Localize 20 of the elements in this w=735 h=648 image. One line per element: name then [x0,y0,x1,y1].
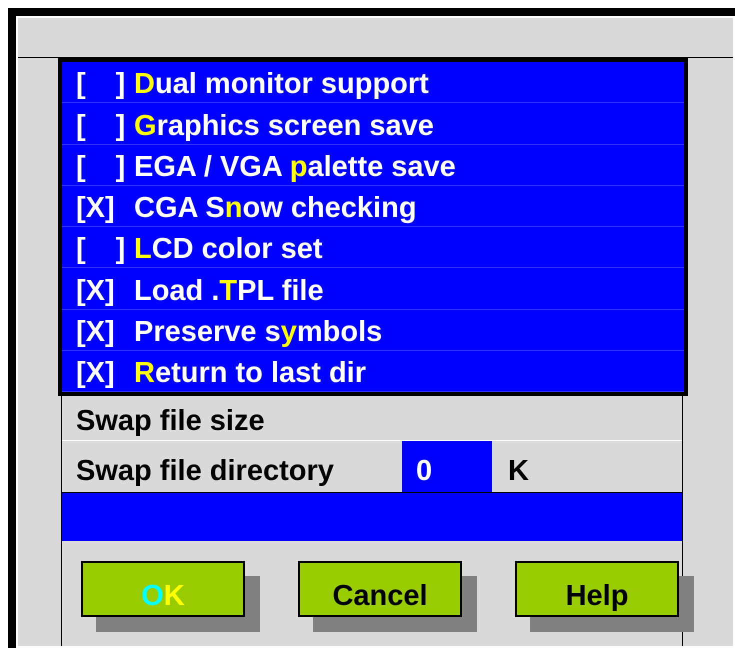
option-label[interactable]: EGA / VGA palette save [134,152,456,182]
checkbox[interactable]: [X] [76,276,134,306]
option-label[interactable]: Dual monitor support [134,70,429,100]
option-label[interactable]: Graphics screen save [134,112,434,140]
option-label[interactable]: Load .TPL file [134,276,324,306]
checkbox[interactable]: [ ] [76,235,134,264]
option-label[interactable]: Preserve symbols [134,318,382,347]
checkbox[interactable]: [X] [76,318,134,347]
input-field[interactable]: 0 [402,441,492,492]
checkbox[interactable]: [X] [76,359,134,388]
checkbox[interactable]: [ ] [76,152,134,182]
checkbox[interactable]: [ ] [76,70,134,100]
field-label: Swap file size [76,407,265,436]
field-label: Swap file directory [76,457,334,486]
option-label[interactable]: LCD color set [134,235,323,264]
checkbox[interactable]: [ ] [76,112,134,140]
checkbox[interactable]: [X] [76,194,134,223]
unit-label: K [508,457,529,486]
option-label[interactable]: Return to last dir [134,359,366,388]
option-label[interactable]: CGA Snow checking [134,194,417,223]
